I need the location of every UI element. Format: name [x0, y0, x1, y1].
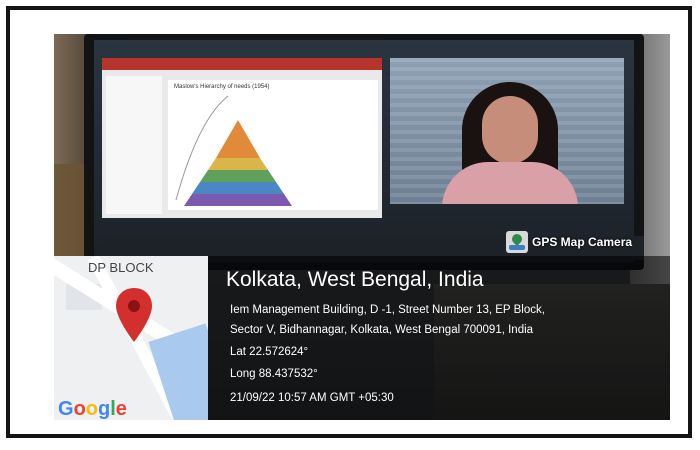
- slide: Maslow's Hierarchy of needs (1954): [168, 80, 378, 210]
- timestamp: 21/09/22 10:57 AM GMT +05:30: [230, 392, 394, 404]
- location-info-panel: Kolkata, West Bengal, India Iem Manageme…: [208, 256, 670, 420]
- monitor-screen: Maslow's Hierarchy of needs (1954): [94, 40, 644, 262]
- map-water: [148, 323, 208, 420]
- gps-map-camera-icon: [506, 231, 528, 253]
- gps-map-camera-badge: GPS Map Camera: [506, 230, 632, 254]
- location-title: Kolkata, West Bengal, India: [226, 268, 484, 291]
- person-face: [482, 96, 538, 164]
- longitude: Long 88.437532°: [230, 368, 318, 380]
- latitude: Lat 22.572624°: [230, 346, 309, 358]
- pyramid-diagram: [175, 95, 292, 206]
- presentation-window: Maslow's Hierarchy of needs (1954): [102, 58, 382, 218]
- map-label: DP BLOCK: [88, 260, 154, 275]
- location-map: DP BLOCK Google: [54, 256, 208, 420]
- address-line-1: Iem Management Building, D -1, Street Nu…: [230, 304, 545, 316]
- gps-map-camera-label: GPS Map Camera: [532, 235, 633, 249]
- presentation-title-bar: [102, 58, 382, 70]
- slide-thumbnails: [106, 76, 162, 214]
- video-feed: [390, 58, 624, 204]
- map-pin-icon: [116, 288, 152, 342]
- location-address: Iem Management Building, D -1, Street Nu…: [230, 300, 545, 340]
- address-line-2: Sector V, Bidhannagar, Kolkata, West Ben…: [230, 324, 534, 336]
- google-logo: Google: [58, 398, 127, 420]
